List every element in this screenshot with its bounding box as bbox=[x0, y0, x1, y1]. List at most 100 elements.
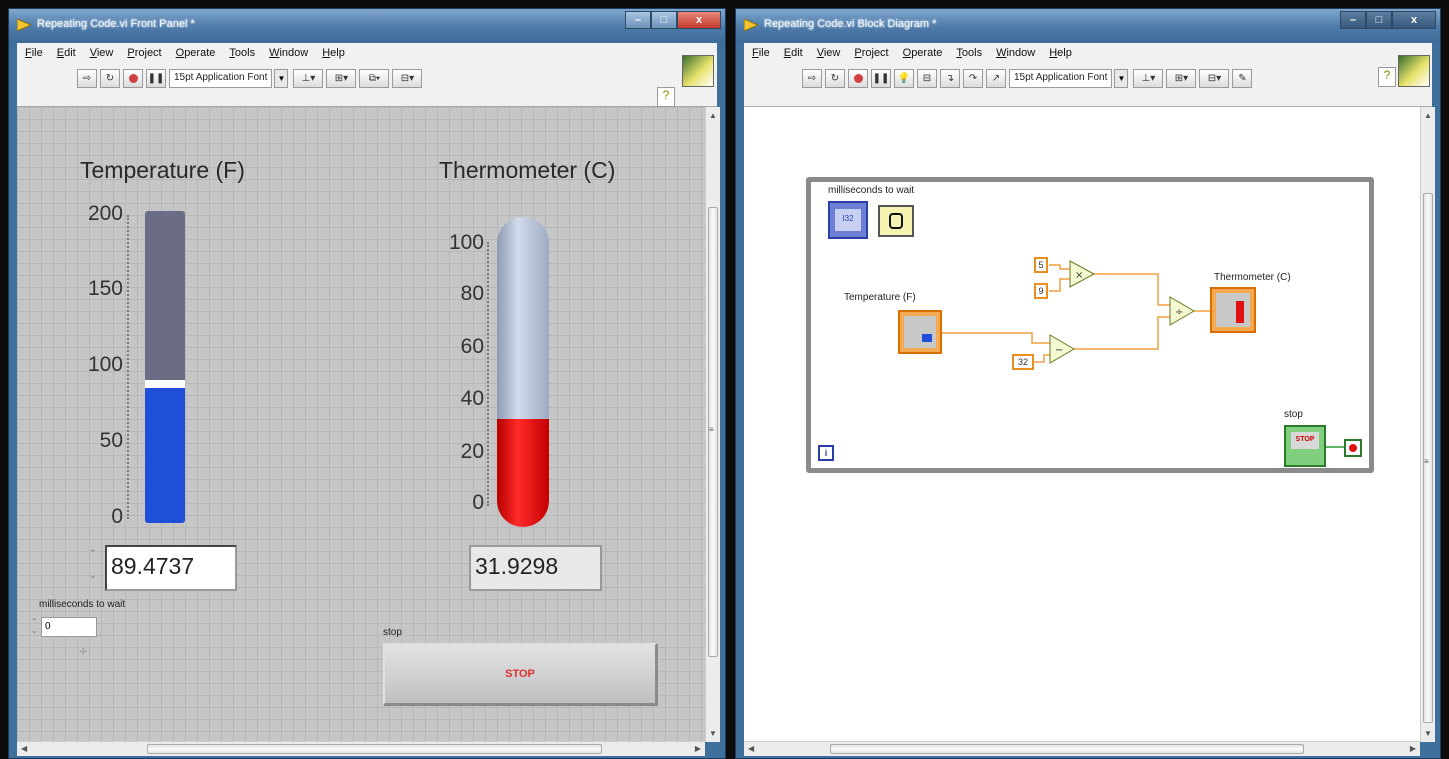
step-into-icon[interactable]: ↴ bbox=[940, 68, 960, 88]
temperature-numeric-input[interactable]: 89.4737 bbox=[105, 545, 237, 591]
block-diagram-titlebar[interactable]: Repeating Code.vi Block Diagram * – □ x bbox=[736, 9, 1440, 43]
menu-window[interactable]: Window bbox=[269, 47, 308, 59]
chevron-down-icon[interactable]: ▼ bbox=[274, 68, 289, 88]
menu-view[interactable]: View bbox=[90, 47, 114, 59]
wait-control-terminal[interactable]: I32 bbox=[828, 201, 868, 239]
constant-32[interactable]: 32 bbox=[1012, 354, 1034, 370]
menu-file[interactable]: File bbox=[25, 47, 43, 59]
scroll-left-icon[interactable]: ◀ bbox=[21, 744, 27, 753]
menu-project[interactable]: Project bbox=[127, 47, 161, 59]
run-arrow-icon[interactable]: ⇨ bbox=[802, 68, 822, 88]
maximize-button[interactable]: □ bbox=[1366, 11, 1392, 29]
constant-9[interactable]: 9 bbox=[1034, 283, 1048, 299]
menu-help[interactable]: Help bbox=[1049, 47, 1072, 59]
align-objects-icon[interactable]: ⊥▾ bbox=[293, 68, 324, 88]
menu-edit[interactable]: Edit bbox=[57, 47, 76, 59]
menu-operate[interactable]: Operate bbox=[903, 47, 943, 59]
pause-icon[interactable]: ❚❚ bbox=[146, 68, 166, 88]
font-ring[interactable]: 15pt Application Font bbox=[1009, 68, 1113, 88]
stop-button[interactable]: STOP bbox=[383, 643, 657, 705]
temperature-fill bbox=[145, 384, 185, 523]
run-continuously-icon[interactable]: ↻ bbox=[100, 68, 120, 88]
temperature-tank[interactable] bbox=[145, 211, 185, 523]
temperature-control-terminal[interactable] bbox=[898, 310, 942, 354]
abort-icon[interactable] bbox=[123, 68, 143, 88]
context-help-icon[interactable]: ? bbox=[657, 87, 675, 107]
maximize-button[interactable]: □ bbox=[651, 11, 677, 29]
resize-objects-icon[interactable]: ⧉▾ bbox=[359, 68, 390, 88]
menu-tools[interactable]: Tools bbox=[956, 47, 982, 59]
wait-increment-icon[interactable]: ⌃ ⌄ bbox=[31, 617, 38, 635]
font-ring[interactable]: 15pt Application Font bbox=[169, 68, 273, 88]
retain-wire-values-icon[interactable]: ⊟ bbox=[917, 68, 937, 88]
vi-icon[interactable] bbox=[682, 55, 714, 87]
scroll-up-icon[interactable]: ▲ bbox=[709, 111, 717, 120]
menu-window[interactable]: Window bbox=[996, 47, 1035, 59]
highlight-execution-icon[interactable]: 💡 bbox=[894, 68, 914, 88]
vertical-scrollbar[interactable]: ▲ ≡ ▼ bbox=[1420, 107, 1435, 742]
horizontal-scroll-thumb[interactable] bbox=[830, 744, 1304, 754]
distribute-objects-icon[interactable]: ⊞▾ bbox=[326, 68, 357, 88]
menu-project[interactable]: Project bbox=[854, 47, 888, 59]
vi-icon[interactable] bbox=[1398, 55, 1430, 87]
minimize-button[interactable]: – bbox=[1340, 11, 1366, 29]
front-panel-titlebar[interactable]: Repeating Code.vi Front Panel * – □ x bbox=[9, 9, 725, 43]
thermometer-terminal-glyph bbox=[1236, 301, 1244, 323]
loop-condition-terminal[interactable] bbox=[1344, 439, 1362, 457]
abort-icon[interactable] bbox=[848, 68, 868, 88]
step-over-icon[interactable]: ↷ bbox=[963, 68, 983, 88]
divide-symbol: ÷ bbox=[1175, 307, 1183, 318]
reorder-icon[interactable]: ⊟▾ bbox=[1199, 68, 1230, 88]
scroll-left-icon[interactable]: ◀ bbox=[748, 744, 754, 753]
scroll-down-icon[interactable]: ▼ bbox=[1424, 729, 1432, 738]
pause-icon[interactable]: ❚❚ bbox=[871, 68, 891, 88]
horizontal-scrollbar[interactable]: ◀ ▶ bbox=[17, 741, 705, 756]
close-button[interactable]: x bbox=[677, 11, 721, 29]
run-arrow-icon[interactable]: ⇨ bbox=[77, 68, 97, 88]
run-continuously-icon[interactable]: ↻ bbox=[825, 68, 845, 88]
clock-icon bbox=[889, 213, 903, 229]
thermometer-indicator-terminal[interactable] bbox=[1210, 287, 1256, 333]
chevron-down-icon[interactable]: ▼ bbox=[1114, 68, 1129, 88]
menu-edit[interactable]: Edit bbox=[784, 47, 803, 59]
vertical-scrollbar[interactable]: ▲ ≡ ▼ bbox=[705, 107, 720, 742]
temp-scale-ticks bbox=[127, 215, 131, 519]
horizontal-scrollbar[interactable]: ◀ ▶ bbox=[744, 741, 1420, 756]
menu-view[interactable]: View bbox=[817, 47, 841, 59]
therm-scale-0: 0 bbox=[472, 491, 484, 514]
scroll-right-icon[interactable]: ▶ bbox=[1410, 744, 1416, 753]
reorder-icon[interactable]: ⊟▾ bbox=[392, 68, 423, 88]
horizontal-scroll-thumb[interactable] bbox=[147, 744, 602, 754]
wire-subtract-to-divide bbox=[1074, 316, 1170, 350]
distribute-objects-icon[interactable]: ⊞▾ bbox=[1166, 68, 1197, 88]
clean-up-diagram-icon[interactable]: ✎ bbox=[1232, 68, 1253, 88]
step-out-icon[interactable]: ↗ bbox=[986, 68, 1006, 88]
temp-scale-200: 200 bbox=[87, 202, 123, 225]
wait-ms-function[interactable] bbox=[878, 205, 914, 237]
increment-decrement-icon[interactable]: ⌃ ⌄ bbox=[89, 542, 103, 592]
wait-numeric-input[interactable]: 0 bbox=[41, 617, 97, 637]
temperature-slider-thumb[interactable] bbox=[145, 380, 185, 388]
scroll-down-icon[interactable]: ▼ bbox=[709, 729, 717, 738]
stop-control-terminal[interactable]: STOP bbox=[1284, 425, 1326, 467]
multiply-symbol: × bbox=[1075, 270, 1083, 281]
thermometer-label: Thermometer (C) bbox=[439, 157, 616, 183]
front-panel-window: Repeating Code.vi Front Panel * – □ x Fi… bbox=[8, 8, 726, 759]
scroll-up-icon[interactable]: ▲ bbox=[1424, 111, 1432, 120]
menu-operate[interactable]: Operate bbox=[176, 47, 216, 59]
minimize-button[interactable]: – bbox=[625, 11, 651, 29]
stop-terminal-label: stop bbox=[1284, 409, 1303, 420]
context-help-icon[interactable]: ? bbox=[1378, 67, 1396, 87]
constant-5[interactable]: 5 bbox=[1034, 257, 1048, 273]
temperature-terminal-label: Temperature (F) bbox=[844, 292, 916, 303]
menu-help[interactable]: Help bbox=[322, 47, 345, 59]
thermometer-terminal-label: Thermometer (C) bbox=[1214, 272, 1291, 283]
menu-tools[interactable]: Tools bbox=[229, 47, 255, 59]
temp-scale-100: 100 bbox=[87, 353, 123, 376]
align-objects-icon[interactable]: ⊥▾ bbox=[1133, 68, 1164, 88]
menu-file[interactable]: File bbox=[752, 47, 770, 59]
temperature-terminal-glyph bbox=[922, 334, 932, 342]
front-panel-canvas: Temperature (F) 200 150 100 50 0 ⌃ ⌄ 89.4… bbox=[17, 107, 705, 742]
close-button[interactable]: x bbox=[1392, 11, 1436, 29]
scroll-right-icon[interactable]: ▶ bbox=[695, 744, 701, 753]
